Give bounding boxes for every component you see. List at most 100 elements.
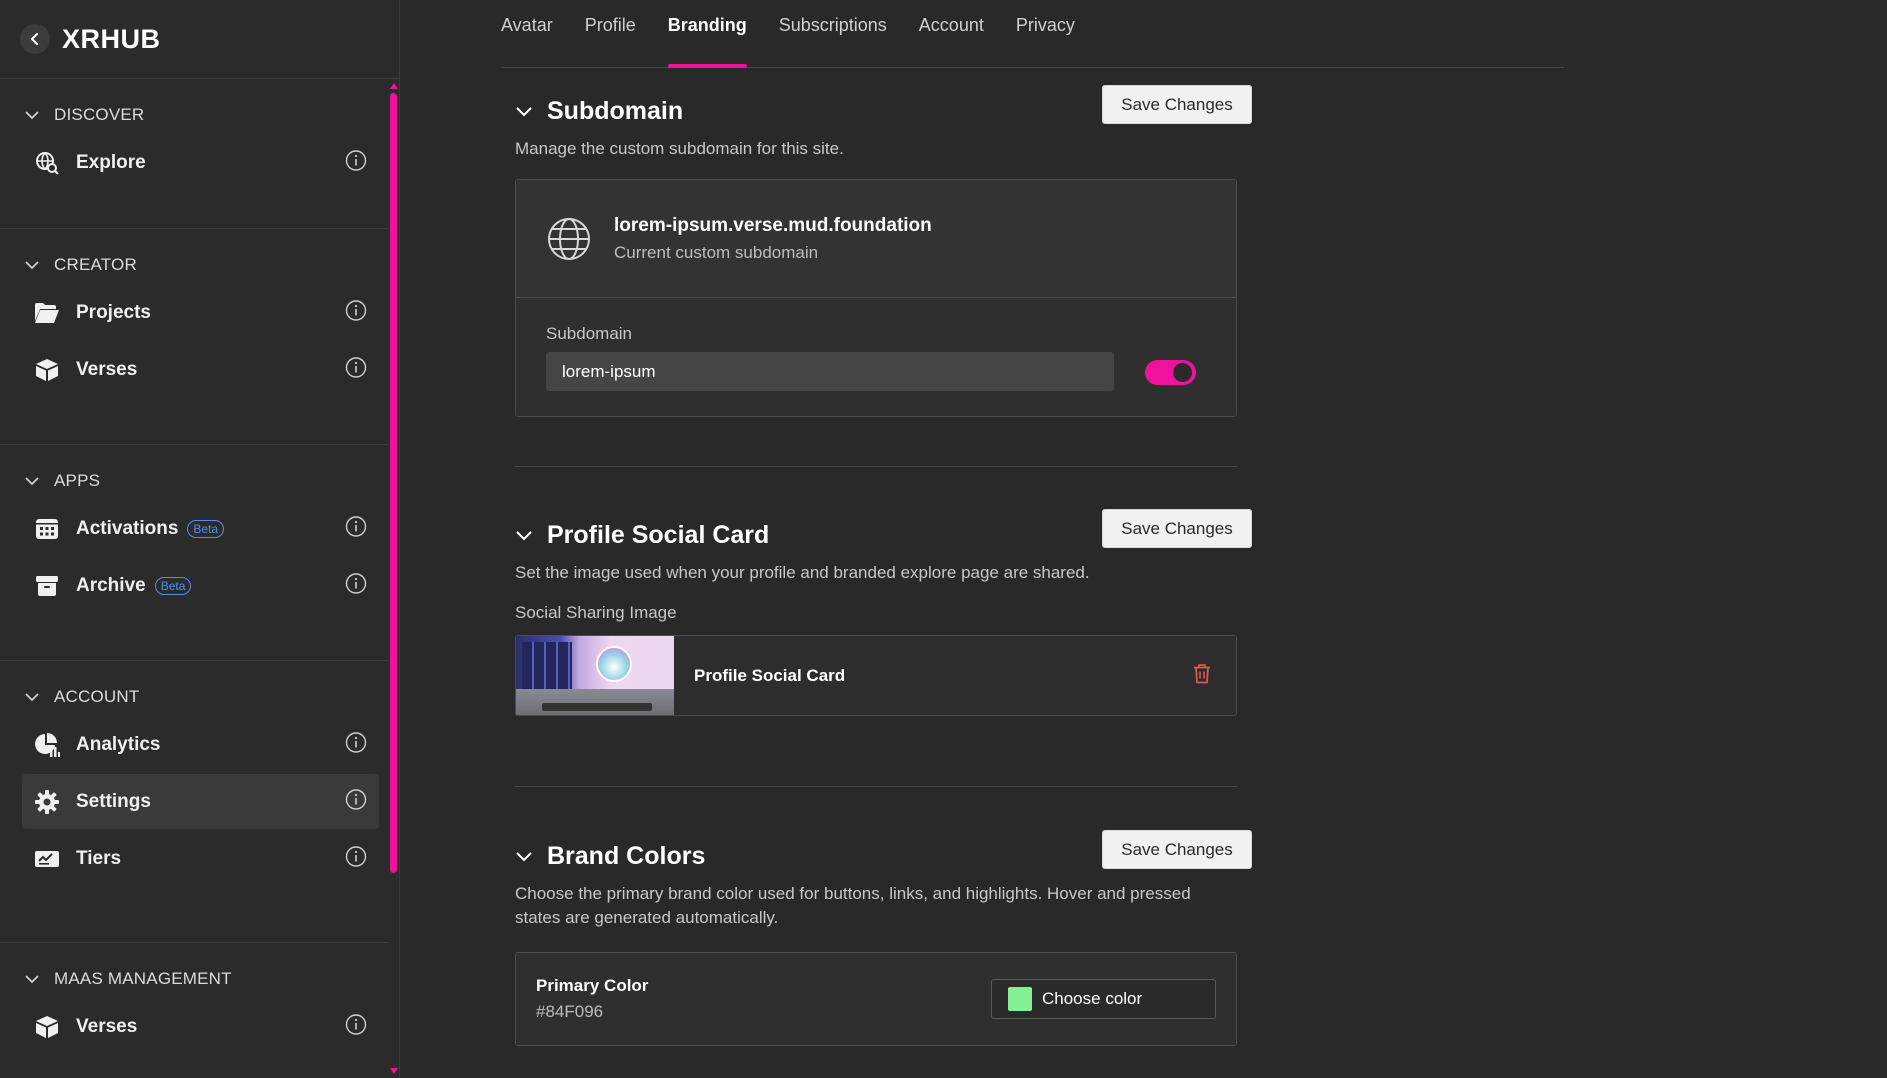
section-title: ACCOUNT [54,687,140,706]
section-title: MAAS MANAGEMENT [54,969,232,988]
settings-tabs: Avatar Profile Branding Subscriptions Ac… [501,0,1564,68]
sidebar-item-tiers[interactable]: Tiers [22,831,379,886]
tab-branding[interactable]: Branding [667,0,747,68]
toggle-knob [1173,363,1192,382]
info-icon[interactable] [345,149,367,176]
back-button[interactable] [20,24,50,54]
beta-badge: Beta [154,576,192,595]
choose-color-button[interactable]: Choose color [991,979,1216,1019]
current-subdomain: lorem-ipsum.verse.mud.foundation Current… [516,180,1236,298]
info-icon[interactable] [345,788,367,815]
social-image-name: Profile Social Card [694,665,846,685]
primary-color-hex: #84F096 [536,1002,604,1021]
section-toggle-creator[interactable]: CREATOR [0,247,399,283]
brand-colors-section: Brand Colors Save Changes Choose the pri… [515,830,1252,1046]
chevron-down-icon [25,261,39,270]
social-image-thumbnail[interactable] [516,636,674,715]
social-image-card: Profile Social Card [515,635,1237,716]
subdomain-input[interactable]: lorem-ipsum [546,352,1114,391]
brand-header: XRHUB [0,0,399,79]
section-toggle-discover[interactable]: DISCOVER [0,97,399,133]
section-toggle-account[interactable]: ACCOUNT [0,679,399,715]
globe-icon [548,217,590,260]
scroll-thumb[interactable] [390,93,397,873]
info-icon[interactable] [345,572,367,599]
sidebar-item-activations[interactable]: Activations Beta [22,501,379,556]
ticket-card-icon [34,846,60,872]
sidebar-item-label: Tiers [76,847,122,869]
sidebar-item-label: Activations [76,517,179,539]
primary-color-card: Primary Color #84F096 Choose color [515,952,1237,1046]
gear-icon [34,789,60,815]
trash-icon[interactable] [1192,662,1212,689]
section-title: APPS [54,471,101,490]
sidebar-item-verses[interactable]: Verses [22,342,379,397]
sidebar-item-settings[interactable]: Settings [22,774,379,829]
chevron-down-icon [25,693,39,702]
info-icon[interactable] [345,299,367,326]
section-heading: Profile Social Card [547,520,770,549]
subdomain-field-label: Subdomain [546,324,633,343]
subdomain-edit-row: Subdomain lorem-ipsum [516,298,1236,416]
scroll-up-arrow[interactable] [390,83,398,89]
save-brand-colors-button[interactable]: Save Changes [1102,830,1252,869]
section-divider [515,466,1237,467]
folder-open-icon [34,300,60,326]
chevron-down-icon [516,851,532,861]
section-title: CREATOR [54,255,137,274]
scroll-down-arrow[interactable] [390,1068,398,1074]
app-name: XRHUB [62,23,161,54]
section-apps: APPS Activations Beta Archive Beta [0,445,399,661]
sidebar-item-label: Verses [76,1015,138,1037]
chevron-down-icon [25,975,39,984]
info-icon[interactable] [345,731,367,758]
chevron-down-icon [516,530,532,540]
section-discover: DISCOVER Explore [0,79,399,229]
section-heading: Brand Colors [547,841,706,870]
sidebar: XRHUB DISCOVER Explore CREATOR Projects … [0,0,400,1078]
sidebar-item-label: Verses [76,358,138,380]
info-icon[interactable] [345,1013,367,1040]
globe-search-icon [34,150,60,176]
sidebar-item-projects[interactable]: Projects [22,285,379,340]
section-title: DISCOVER [54,105,145,124]
tab-privacy[interactable]: Privacy [1016,0,1075,67]
save-subdomain-button[interactable]: Save Changes [1102,85,1252,124]
section-heading: Subdomain [547,96,684,125]
primary-color-label: Primary Color [536,976,649,995]
tab-subscriptions[interactable]: Subscriptions [779,0,887,67]
current-domain-caption: Current custom subdomain [614,242,819,262]
cube-icon [34,1014,60,1040]
sidebar-item-label: Settings [76,790,151,812]
sidebar-item-label: Analytics [76,733,161,755]
sidebar-item-maas-verses[interactable]: Verses [22,999,379,1054]
section-toggle-apps[interactable]: APPS [0,463,399,499]
sidebar-item-analytics[interactable]: Analytics [22,717,379,772]
sidebar-item-label: Archive [76,574,146,596]
chevron-down-icon [25,111,39,120]
choose-color-label: Choose color [1042,989,1143,1008]
sidebar-item-explore[interactable]: Explore [22,135,379,190]
section-toggle-maas-management[interactable]: MAAS MANAGEMENT [0,961,399,997]
sidebar-scrollbar[interactable] [388,79,399,1078]
subdomain-section: Subdomain Save Changes Manage the custom… [515,85,1252,417]
tab-profile[interactable]: Profile [585,0,636,67]
pie-chart-icon [34,732,60,758]
sidebar-item-archive[interactable]: Archive Beta [22,558,379,613]
subdomain-toggle[interactable] [1145,360,1196,385]
chevron-down-icon [516,106,532,116]
info-icon[interactable] [345,515,367,542]
info-icon[interactable] [345,356,367,383]
calendar-grid-icon [34,516,60,542]
main-content: Avatar Profile Branding Subscriptions Ac… [401,0,1887,1078]
save-social-card-button[interactable]: Save Changes [1102,509,1252,548]
tab-avatar[interactable]: Avatar [501,0,553,67]
info-icon[interactable] [345,845,367,872]
section-description: Choose the primary brand color used for … [515,884,1191,927]
archive-box-icon [34,573,60,599]
social-card-section: Profile Social Card Save Changes Set the… [515,509,1252,716]
sidebar-item-label: Explore [76,151,146,173]
section-account: ACCOUNT Analytics Settings Tiers [0,661,399,943]
cube-icon [34,357,60,383]
tab-account[interactable]: Account [919,0,984,67]
